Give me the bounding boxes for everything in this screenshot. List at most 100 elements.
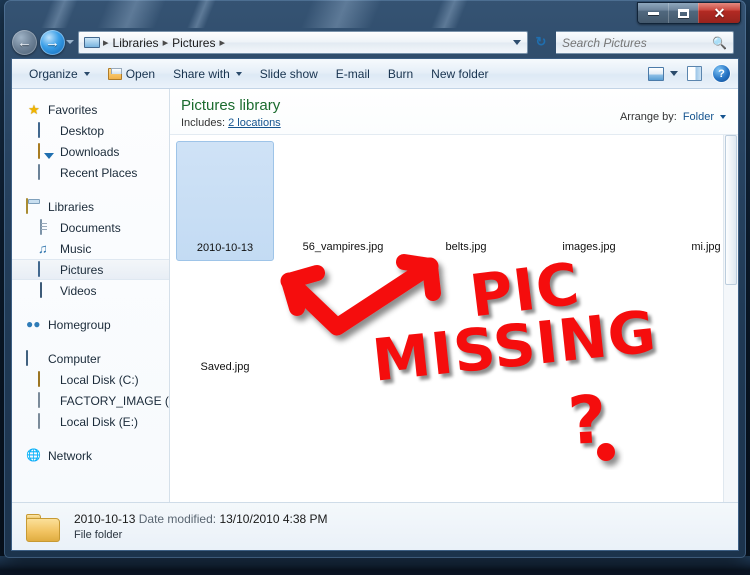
- maximize-button[interactable]: [668, 3, 698, 23]
- command-bar: Organize Open Share with Slide show E-ma…: [12, 59, 738, 89]
- sidebar-item-videos[interactable]: Videos: [12, 280, 169, 301]
- breadcrumb-separator: ▸: [102, 36, 110, 49]
- sidebar-item-recent-places[interactable]: Recent Places: [12, 162, 169, 183]
- refresh-button[interactable]: ↻: [532, 33, 550, 51]
- back-arrow-icon: ←: [12, 30, 37, 55]
- command-burn[interactable]: Burn: [379, 63, 422, 85]
- command-new-folder[interactable]: New folder: [422, 63, 497, 85]
- arrange-by[interactable]: Arrange by: Folder: [620, 111, 726, 123]
- command-bar-right-group: ?: [648, 65, 730, 82]
- breadcrumb-separator: ▸: [218, 36, 226, 49]
- sidebar-item-local-disk-e[interactable]: Local Disk (E:): [12, 411, 169, 432]
- file-item-folder[interactable]: 2010-10-13: [176, 141, 274, 261]
- content-pane: Pictures library Includes: 2 locations A…: [170, 89, 738, 502]
- file-name-label: belts.jpg: [417, 241, 515, 254]
- libraries-icon: [26, 198, 28, 214]
- command-organize[interactable]: Organize: [20, 63, 99, 85]
- sidebar-item-desktop[interactable]: Desktop: [12, 120, 169, 141]
- maximize-icon: [678, 9, 689, 18]
- sidebar-item-label: Music: [60, 242, 91, 256]
- file-name-label: 56_vampires.jpg: [294, 241, 392, 254]
- sidebar-group-libraries[interactable]: Libraries: [12, 196, 169, 217]
- command-label: New folder: [431, 67, 488, 81]
- library-includes-label: Includes:: [181, 117, 225, 129]
- chevron-down-icon: [236, 72, 242, 76]
- details-date-modified-label: Date modified:: [139, 512, 216, 526]
- breadcrumb-separator: ▸: [162, 36, 170, 49]
- search-input[interactable]: [562, 36, 712, 50]
- scrollbar-thumb[interactable]: [725, 135, 737, 285]
- caption-buttons: ✕: [637, 2, 741, 24]
- file-name-label: Saved.jpg: [176, 361, 274, 374]
- address-bar[interactable]: ▸ Libraries ▸ Pictures ▸: [78, 31, 528, 54]
- search-box[interactable]: 🔍: [556, 31, 734, 54]
- page-title: Pictures library: [181, 97, 281, 114]
- file-item-image[interactable]: images.jpg: [540, 141, 638, 261]
- arrange-by-value[interactable]: Folder: [683, 111, 714, 123]
- file-name-label: images.jpg: [540, 241, 638, 254]
- command-email[interactable]: E-mail: [327, 63, 379, 85]
- sidebar-item-documents[interactable]: Documents: [12, 217, 169, 238]
- preview-pane-icon[interactable]: [687, 66, 702, 81]
- breadcrumb-pictures[interactable]: Pictures: [169, 36, 218, 50]
- navigation-bar: ← → ▸ Libraries ▸ Pictures ▸ ↻ 🔍: [4, 28, 746, 58]
- sidebar-item-label: Network: [48, 449, 92, 463]
- sidebar-item-local-disk-c[interactable]: Local Disk (C:): [12, 369, 169, 390]
- help-icon[interactable]: ?: [713, 65, 730, 82]
- command-open[interactable]: Open: [99, 63, 164, 85]
- details-line-primary: 2010-10-13 Date modified: 13/10/2010 4:3…: [74, 512, 328, 526]
- sidebar-item-music[interactable]: ♫ Music: [12, 238, 169, 259]
- folder-icon: [26, 512, 62, 542]
- close-button[interactable]: ✕: [698, 3, 740, 23]
- navigation-pane[interactable]: ★ Favorites Desktop Downloads Recent Pla…: [12, 89, 170, 502]
- file-thumbnail: 2010-10-13: [176, 141, 274, 261]
- chevron-down-icon[interactable]: [720, 115, 726, 119]
- sidebar-group-network[interactable]: 🌐 Network: [12, 445, 169, 466]
- sidebar-spacer: [12, 335, 169, 348]
- sidebar-group-favorites[interactable]: ★ Favorites: [12, 99, 169, 120]
- sidebar-item-label: Homegroup: [48, 318, 111, 332]
- library-includes: Includes: 2 locations: [181, 117, 281, 129]
- sidebar-item-label: FACTORY_IMAGE (D:: [60, 394, 170, 408]
- file-name-label: 2010-10-13: [197, 242, 253, 255]
- sidebar-group-computer[interactable]: Computer: [12, 348, 169, 369]
- network-icon: 🌐: [26, 448, 42, 463]
- file-item-image[interactable]: 56_vampires.jpg: [294, 141, 392, 261]
- explorer-body: ★ Favorites Desktop Downloads Recent Pla…: [12, 89, 738, 502]
- recent-pages-dropdown-icon[interactable]: [66, 40, 74, 44]
- forward-arrow-icon: →: [40, 30, 65, 55]
- sidebar-item-label: Documents: [60, 221, 121, 235]
- library-locations-link[interactable]: 2 locations: [228, 117, 281, 129]
- address-history-dropdown-icon[interactable]: [513, 40, 521, 45]
- change-view-icon[interactable]: [648, 67, 664, 81]
- command-label: E-mail: [336, 67, 370, 81]
- sidebar-item-label: Desktop: [60, 124, 104, 138]
- documents-icon: [40, 219, 42, 235]
- sidebar-item-label: Videos: [60, 284, 96, 298]
- sidebar-item-factory-image-d[interactable]: FACTORY_IMAGE (D:: [12, 390, 169, 411]
- arrange-by-label: Arrange by:: [620, 111, 677, 123]
- command-slide-show[interactable]: Slide show: [251, 63, 327, 85]
- sidebar-item-pictures[interactable]: Pictures: [12, 259, 169, 280]
- breadcrumb-libraries[interactable]: Libraries: [110, 36, 162, 50]
- drive-icon: [38, 392, 40, 408]
- minimize-button[interactable]: [638, 3, 668, 23]
- library-header-text: Pictures library Includes: 2 locations: [181, 97, 281, 129]
- computer-icon: [26, 350, 28, 366]
- file-list[interactable]: 2010-10-13 56_vampires.jpg belts.jpg ima…: [170, 135, 738, 502]
- file-item-image[interactable]: Saved.jpg: [176, 261, 274, 381]
- monitor-icon: [38, 122, 40, 138]
- details-text: 2010-10-13 Date modified: 13/10/2010 4:3…: [74, 512, 328, 541]
- pictures-icon: [38, 261, 40, 277]
- homegroup-icon: ●●: [26, 317, 42, 332]
- file-item-image[interactable]: belts.jpg: [417, 141, 515, 261]
- file-thumbnail-missing: [540, 141, 638, 239]
- back-button[interactable]: ←: [12, 30, 37, 55]
- forward-button[interactable]: →: [40, 30, 65, 55]
- command-share-with[interactable]: Share with: [164, 63, 251, 85]
- details-item-type: File folder: [74, 529, 328, 541]
- content-scrollbar[interactable]: [723, 135, 738, 502]
- sidebar-group-homegroup[interactable]: ●● Homegroup: [12, 314, 169, 335]
- sidebar-item-downloads[interactable]: Downloads: [12, 141, 169, 162]
- chevron-down-icon[interactable]: [670, 71, 678, 76]
